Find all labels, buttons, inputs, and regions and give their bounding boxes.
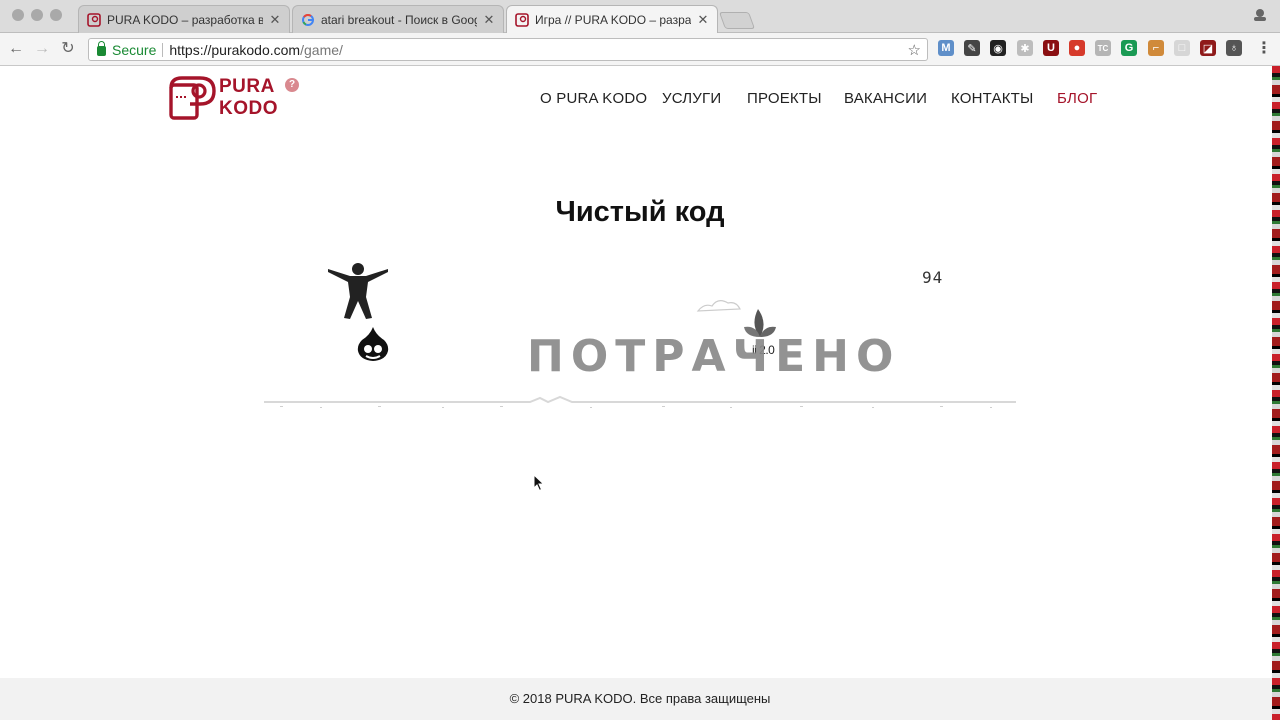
secure-label: Secure (112, 41, 157, 58)
nav-vacancies[interactable]: ВАКАНСИИ (844, 90, 927, 107)
ground-line (264, 395, 1016, 404)
square-icon[interactable]: □ (1174, 40, 1190, 56)
site-footer: © 2018 PURA KODO. Все права защищены (0, 678, 1280, 720)
record-icon[interactable]: ● (1069, 40, 1085, 56)
nav-projects[interactable]: ПРОЕКТЫ (747, 90, 822, 107)
camera-icon[interactable]: ◉ (990, 40, 1006, 56)
window-close-button[interactable] (12, 9, 24, 21)
new-tab-button[interactable] (718, 12, 756, 29)
address-separator (162, 42, 164, 57)
logo-line-2: KODO (219, 98, 278, 119)
drupal-drop-icon (357, 327, 389, 361)
tc-icon[interactable]: TC (1095, 40, 1111, 56)
reload-icon[interactable]: ↻ (58, 39, 78, 59)
url-path: /game/ (300, 41, 343, 58)
google-g-icon (301, 13, 315, 27)
ground-dots (280, 406, 992, 408)
window-zoom-button[interactable] (50, 9, 62, 21)
gmail-icon[interactable]: M (938, 40, 954, 56)
logo-badge: ? (285, 78, 299, 92)
site-logo[interactable]: PURA KODO (219, 76, 278, 120)
back-arrow-icon[interactable]: ← (6, 39, 26, 59)
player-figure-icon (328, 263, 388, 319)
url-host: https://purakodo.com (169, 41, 301, 58)
logo-line-1: PURA (219, 76, 275, 97)
lock-icon (97, 41, 106, 56)
rss-icon[interactable]: ⌐ (1148, 40, 1164, 56)
browser-tab-strip: PURA KODO – разработка веб ✕ atari break… (0, 0, 1280, 34)
address-bar[interactable]: Secure https://purakodo.com/game/ ☆ (88, 38, 928, 61)
grammarly-icon[interactable]: G (1121, 40, 1137, 56)
bookmark-icon[interactable]: ◪ (1200, 40, 1216, 56)
purakodo-favicon-icon (87, 12, 101, 27)
dropper-icon[interactable]: ♁ (1226, 40, 1242, 56)
nav-services[interactable]: УСЛУГИ (662, 90, 721, 107)
mouse-cursor-icon (533, 474, 545, 492)
tab-title: Игра // PURA KODO – разраб (535, 13, 691, 27)
tab-close-icon[interactable]: ✕ (697, 13, 709, 26)
window-minimize-button[interactable] (31, 9, 43, 21)
browser-tab-active[interactable]: Игра // PURA KODO – разраб ✕ (506, 5, 718, 34)
purakodo-favicon-icon (515, 13, 529, 27)
nav-contacts[interactable]: КОНТАКТЫ (951, 90, 1034, 107)
browser-tab[interactable]: atari breakout - Поиск в Goog ✕ (292, 5, 504, 33)
puzzle-icon[interactable]: ✱ (1017, 40, 1033, 56)
screen-edge-artifact (1272, 66, 1280, 720)
forward-arrow-icon[interactable]: → (32, 39, 52, 59)
incognito-profile-icon[interactable] (1252, 8, 1268, 25)
tab-close-icon[interactable]: ✕ (483, 13, 495, 26)
game-score: 94 (922, 268, 944, 287)
game-over-overlay: ПОТРАЧЕНО (527, 331, 901, 382)
copyright-text: © 2018 PURA KODO. Все права защищены (509, 691, 771, 706)
purakodo-logo-icon (169, 76, 216, 120)
pen-icon[interactable]: ✎ (964, 40, 980, 56)
browser-tab[interactable]: PURA KODO – разработка веб ✕ (78, 5, 290, 33)
browser-toolbar: ← → ↻ Secure https://purakodo.com/game/ … (0, 33, 1280, 66)
tab-close-icon[interactable]: ✕ (269, 13, 281, 26)
tab-title: PURA KODO – разработка веб (107, 12, 263, 27)
ublock-icon[interactable]: U (1043, 40, 1059, 56)
page-title: Чистый код (555, 196, 725, 228)
nav-about[interactable]: О PURA KODO (540, 90, 647, 107)
cloud-icon (696, 300, 741, 312)
tab-title: atari breakout - Поиск в Goog (321, 12, 477, 27)
nav-blog[interactable]: БЛОГ (1057, 90, 1097, 107)
bookmark-star-icon[interactable]: ☆ (908, 41, 921, 59)
chrome-menu-icon[interactable]: ⋮ (1256, 40, 1272, 57)
